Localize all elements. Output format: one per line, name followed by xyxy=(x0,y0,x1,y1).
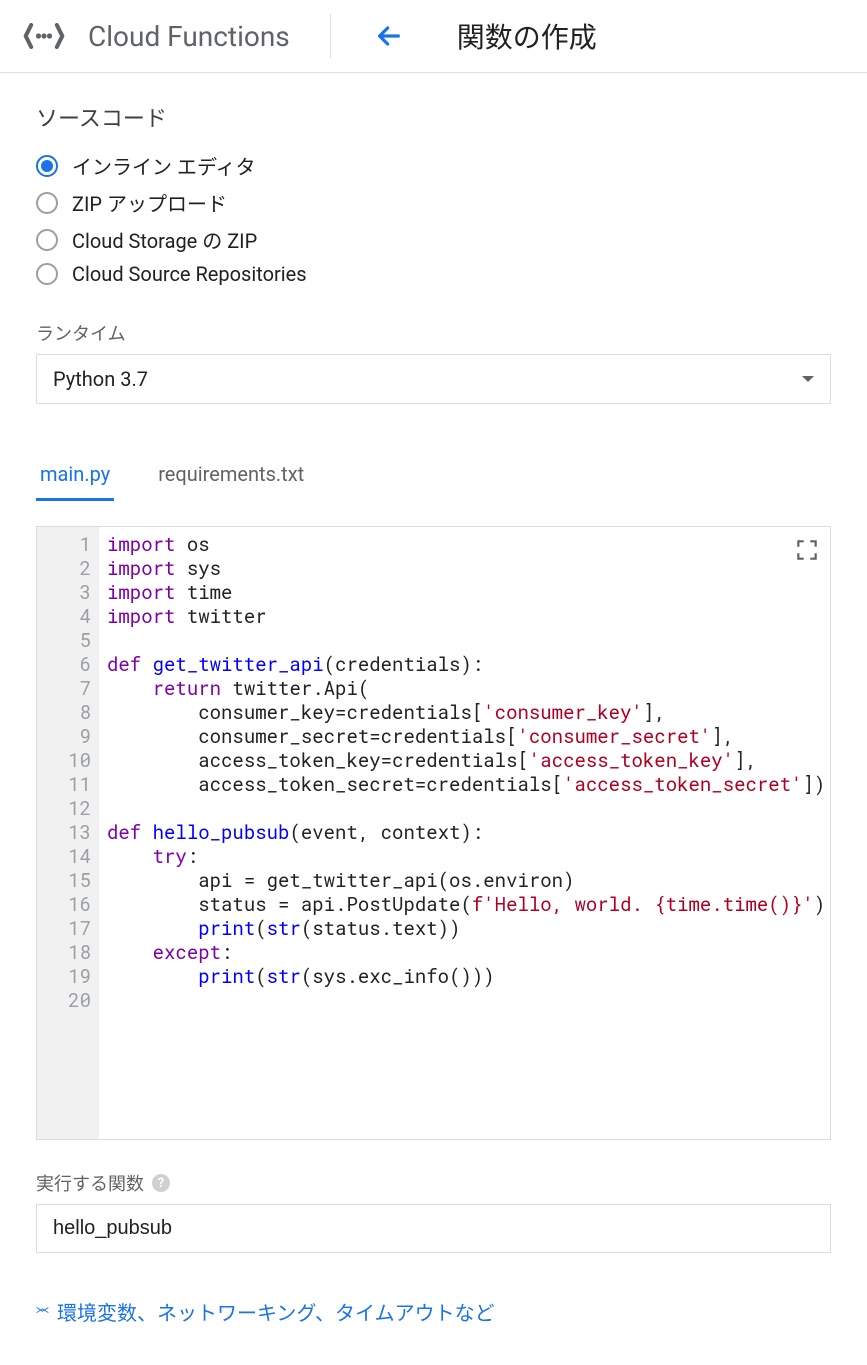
exec-function-label-text: 実行する関数 xyxy=(36,1170,144,1196)
radio-label: インライン エディタ xyxy=(72,151,256,180)
help-icon[interactable]: ? xyxy=(152,1174,170,1192)
file-tabs: main.py requirements.txt xyxy=(36,454,831,502)
code-area[interactable]: import osimport sysimport timeimport twi… xyxy=(99,527,830,1139)
radio-label: Cloud Source Repositories xyxy=(72,262,307,286)
back-arrow-button[interactable] xyxy=(371,18,407,54)
radio-label: ZIP アップロード xyxy=(72,188,227,217)
tab-requirements-txt[interactable]: requirements.txt xyxy=(154,454,308,501)
source-code-label: ソースコード xyxy=(36,101,831,133)
product-title: Cloud Functions xyxy=(88,20,290,53)
tab-main-py[interactable]: main.py xyxy=(36,454,114,501)
expand-link-text: 環境変数、ネットワーキング、タイムアウトなど xyxy=(57,1297,495,1326)
radio-cloud-source-repositories[interactable]: Cloud Source Repositories xyxy=(36,258,831,290)
fullscreen-icon[interactable] xyxy=(794,537,820,563)
radio-icon xyxy=(36,155,58,177)
radio-label: Cloud Storage の ZIP xyxy=(72,225,257,254)
content: ソースコード インライン エディタ ZIP アップロード Cloud Stora… xyxy=(0,73,867,1346)
cloud-functions-logo-icon xyxy=(20,12,68,60)
radio-cloud-storage-zip[interactable]: Cloud Storage の ZIP xyxy=(36,221,831,258)
exec-function-input[interactable] xyxy=(36,1204,831,1253)
expand-advanced-link[interactable]: ︿﹀ 環境変数、ネットワーキング、タイムアウトなど xyxy=(36,1297,831,1326)
code-editor[interactable]: 1234567891011121314151617181920 import o… xyxy=(36,526,831,1140)
radio-inline-editor[interactable]: インライン エディタ xyxy=(36,147,831,184)
divider xyxy=(330,14,331,58)
header: Cloud Functions 関数の作成 xyxy=(0,0,867,73)
chevron-down-icon xyxy=(802,376,814,382)
exec-function-label: 実行する関数 ? xyxy=(36,1170,831,1196)
line-gutter: 1234567891011121314151617181920 xyxy=(37,527,99,1139)
source-code-radio-group: インライン エディタ ZIP アップロード Cloud Storage の ZI… xyxy=(36,147,831,290)
radio-zip-upload[interactable]: ZIP アップロード xyxy=(36,184,831,221)
radio-icon xyxy=(36,263,58,285)
radio-icon xyxy=(36,229,58,251)
radio-icon xyxy=(36,192,58,214)
runtime-label: ランタイム xyxy=(36,320,831,346)
chevron-expand-icon: ︿﹀ xyxy=(36,1306,47,1318)
page-title: 関数の作成 xyxy=(457,16,597,56)
runtime-select[interactable]: Python 3.7 xyxy=(36,354,831,404)
runtime-value: Python 3.7 xyxy=(53,367,148,391)
